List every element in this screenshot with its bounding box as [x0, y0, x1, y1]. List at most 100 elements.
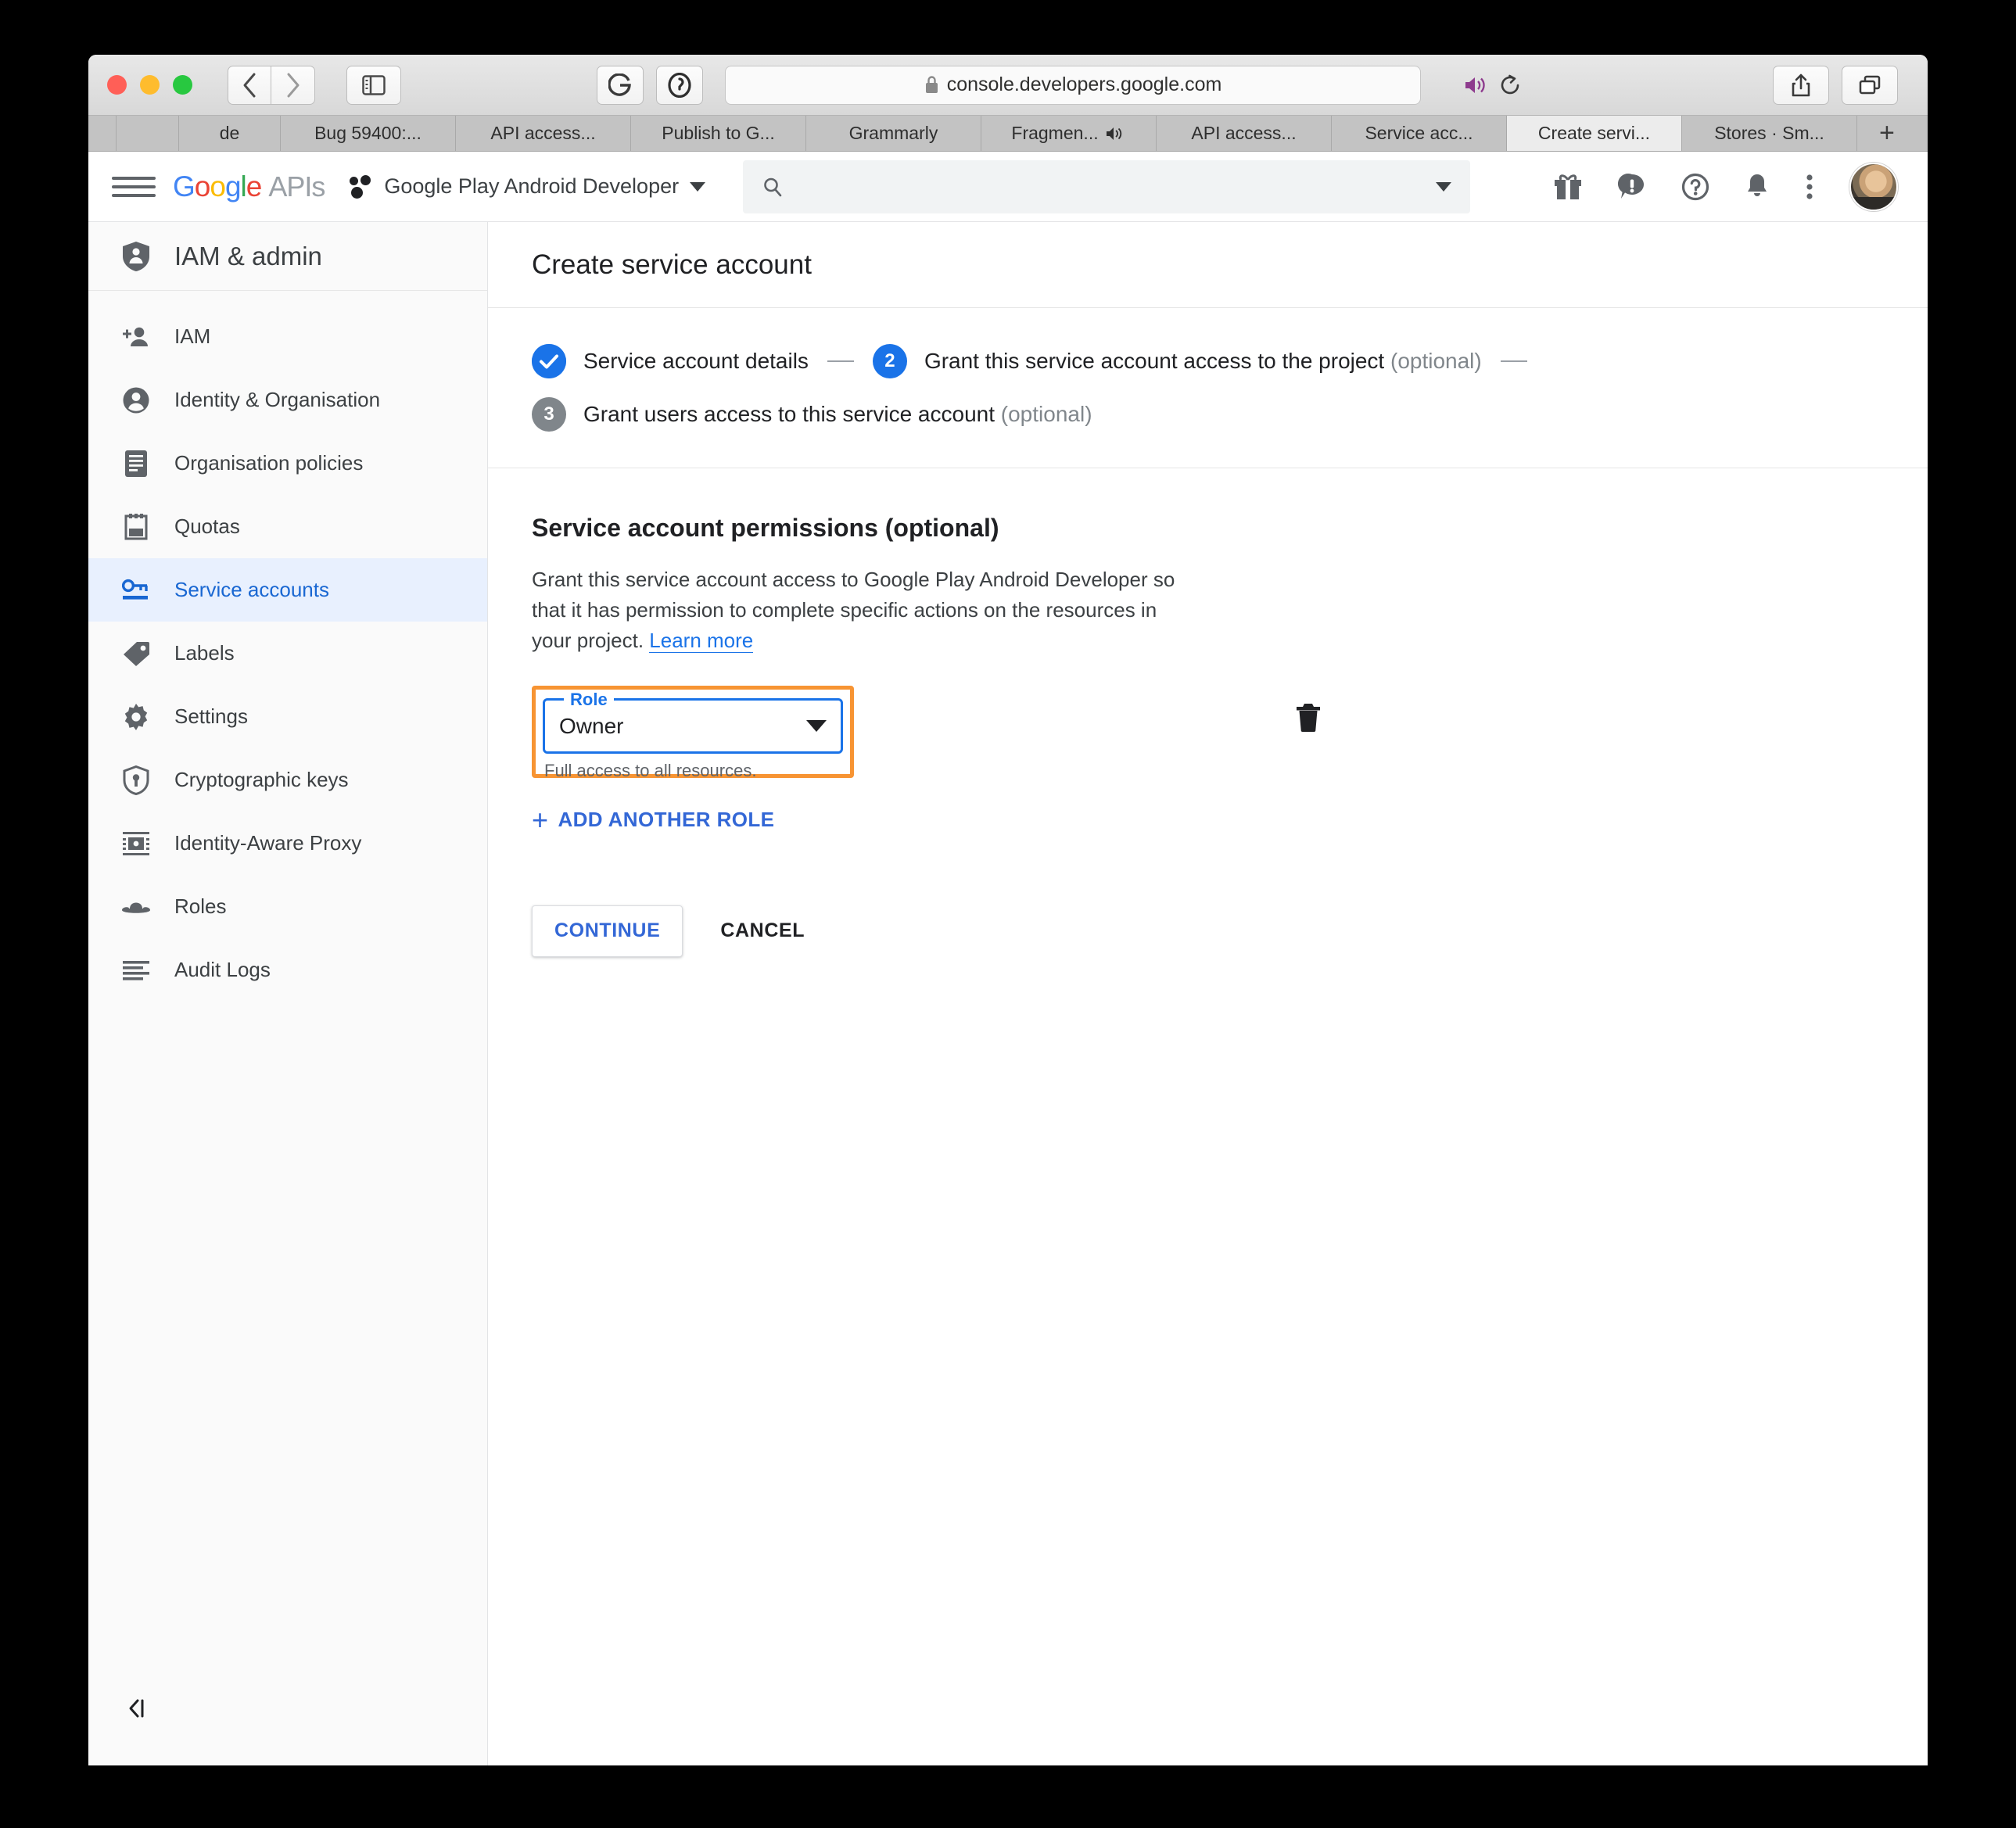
- search-chevron-down-icon[interactable]: [1436, 181, 1452, 192]
- browser-tab[interactable]: Publish to G...: [631, 116, 806, 151]
- sidebar-item-quotas[interactable]: Quotas: [88, 495, 487, 558]
- browser-tab[interactable]: Service acc...: [1332, 116, 1507, 151]
- cancel-button[interactable]: CANCEL: [706, 905, 819, 957]
- notifications-icon[interactable]: [1745, 173, 1770, 201]
- avatar[interactable]: [1849, 162, 1898, 211]
- browser-tab[interactable]: Grammarly: [806, 116, 981, 151]
- sidebar-title: IAM & admin: [88, 222, 487, 291]
- section-description-text: Grant this service account access to Goo…: [532, 568, 1175, 652]
- traffic-lights: [107, 75, 192, 95]
- tab-label: API access...: [1191, 123, 1297, 143]
- step-connector: [827, 360, 854, 362]
- reload-icon[interactable]: [1500, 74, 1522, 96]
- section-description: Grant this service account access to Goo…: [532, 565, 1181, 656]
- tab-label: Service acc...: [1365, 123, 1473, 143]
- mute-icon[interactable]: [1464, 75, 1487, 95]
- role-select[interactable]: Role Owner: [543, 690, 843, 754]
- sidebar-item-label: Settings: [174, 704, 248, 728]
- browser-tab[interactable]: API access...: [456, 116, 631, 151]
- sidebar-item-labels[interactable]: Labels: [88, 622, 487, 685]
- collapse-panel-button[interactable]: [126, 1697, 149, 1726]
- sidebar-item-service-accounts[interactable]: Service accounts: [88, 558, 487, 622]
- continue-button[interactable]: CONTINUE: [532, 905, 683, 957]
- role-help-text: Full access to all resources.: [544, 761, 757, 780]
- sidebar-item-label: Roles: [174, 894, 227, 918]
- sidebar-item-label: Service accounts: [174, 578, 329, 601]
- close-window-button[interactable]: [107, 75, 127, 95]
- help-icon[interactable]: [1681, 173, 1709, 201]
- address-bar[interactable]: console.developers.google.com: [725, 65, 1519, 105]
- page-body: IAM & admin IAM Identity & Organisation …: [88, 222, 1928, 1765]
- feedback-icon[interactable]: [1618, 173, 1646, 201]
- sidebar-item-cryptographic-keys[interactable]: Cryptographic keys: [88, 748, 487, 812]
- browser-tab[interactable]: Stores · Sm...: [1682, 116, 1857, 151]
- sidebar-item-identity-organisation[interactable]: Identity & Organisation: [88, 368, 487, 432]
- more-vert-icon[interactable]: [1805, 173, 1814, 201]
- browser-tab[interactable]: Fragmen...: [981, 116, 1157, 151]
- tab-overview-button[interactable]: [1842, 65, 1898, 105]
- main-content: Create service account Service account d…: [488, 222, 1928, 1765]
- sidebar-item-organisation-policies[interactable]: Organisation policies: [88, 432, 487, 495]
- toolbar-right-buttons: [1773, 65, 1898, 105]
- check-icon: [532, 344, 566, 378]
- chevron-down-icon: [806, 720, 827, 732]
- gift-icon[interactable]: [1553, 173, 1583, 201]
- browser-tab[interactable]: API access...: [1157, 116, 1332, 151]
- zoom-window-button[interactable]: [173, 75, 192, 95]
- search-input[interactable]: [743, 160, 1471, 213]
- step-3-badge[interactable]: 3: [532, 397, 566, 432]
- logo-letter: o: [210, 170, 226, 203]
- address-bar-right-icons: [1464, 74, 1522, 96]
- project-dots-icon: [350, 174, 373, 199]
- key-icon: [121, 575, 151, 605]
- plus-icon: +: [532, 803, 549, 836]
- step-2-badge[interactable]: 2: [872, 344, 907, 378]
- learn-more-link[interactable]: Learn more: [649, 629, 754, 653]
- step-3-label[interactable]: Grant users access to this service accou…: [583, 402, 1092, 427]
- account-circle-icon: [121, 385, 151, 415]
- grammarly-extension-button[interactable]: [597, 65, 644, 105]
- project-picker[interactable]: Google Play Android Developer: [350, 174, 706, 199]
- new-tab-button[interactable]: +: [1857, 116, 1928, 151]
- browser-tab[interactable]: Bug 59400:...: [281, 116, 456, 151]
- app-header: Go o g l e APIs Google Play Android Developer: [88, 152, 1928, 222]
- logo-letter: g: [224, 170, 242, 203]
- back-button[interactable]: [228, 65, 271, 105]
- step-3-text: Grant users access to this service accou…: [583, 402, 995, 426]
- delete-role-button[interactable]: [1294, 701, 1322, 737]
- share-button[interactable]: [1773, 65, 1829, 105]
- step-2-number: 2: [884, 350, 895, 371]
- browser-tab[interactable]: [88, 116, 117, 151]
- browser-tab-active[interactable]: Create servi...: [1507, 116, 1682, 151]
- browser-window: console.developers.google.com de Bug 594…: [88, 55, 1928, 1765]
- step-1-label[interactable]: Service account details: [583, 349, 809, 374]
- lock-icon: [925, 76, 938, 93]
- audit-lines-icon: [121, 955, 151, 985]
- share-icon: [1792, 73, 1810, 96]
- tab-audio-icon[interactable]: [1106, 126, 1126, 142]
- sidebar-item-audit-logs[interactable]: Audit Logs: [88, 938, 487, 1002]
- browser-tab[interactable]: de: [179, 116, 281, 151]
- tab-label: de: [219, 123, 240, 143]
- step-2-label[interactable]: Grant this service account access to the…: [924, 349, 1482, 374]
- show-sidebar-button[interactable]: [346, 65, 401, 105]
- onepassword-extension-button[interactable]: [656, 65, 703, 105]
- logo-letter: o: [194, 170, 211, 203]
- sidebar-item-roles[interactable]: Roles: [88, 875, 487, 938]
- sidebar-item-identity-aware-proxy[interactable]: Identity-Aware Proxy: [88, 812, 487, 875]
- person-add-icon: [121, 322, 151, 352]
- hamburger-icon[interactable]: [112, 176, 156, 197]
- add-another-role-button[interactable]: + ADD ANOTHER ROLE: [532, 803, 774, 836]
- sidebar-item-label: Cryptographic keys: [174, 768, 349, 791]
- browser-tab[interactable]: [117, 116, 179, 151]
- forward-button[interactable]: [271, 65, 315, 105]
- minimize-window-button[interactable]: [140, 75, 160, 95]
- tab-label: Grammarly: [848, 123, 938, 143]
- logo-letter: G: [173, 170, 196, 203]
- sidebar-item-iam[interactable]: IAM: [88, 305, 487, 368]
- navigation-buttons: [228, 65, 315, 105]
- google-apis-logo[interactable]: Go o g l e APIs: [173, 170, 325, 203]
- logo-letter: e: [246, 170, 263, 203]
- sidebar-item-settings[interactable]: Settings: [88, 685, 487, 748]
- step-1-badge[interactable]: [532, 344, 566, 378]
